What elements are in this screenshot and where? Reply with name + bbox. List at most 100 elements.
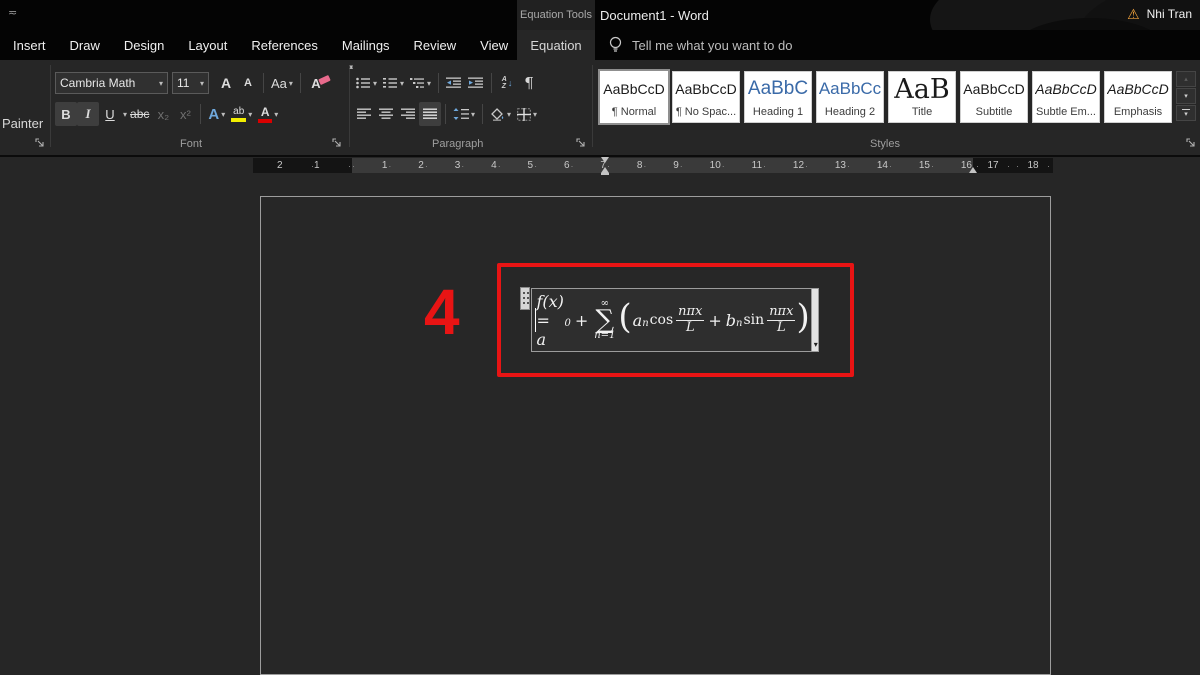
style-label: ¶ No Spac... xyxy=(676,106,736,122)
ribbon-tab[interactable]: Layout xyxy=(188,38,227,53)
annotation-number: 4 xyxy=(424,275,460,349)
word-window: ≂ Document1 - Word ⚠ Nhi Tran Insert Dra… xyxy=(0,0,1200,675)
bold-button[interactable]: B xyxy=(55,102,77,126)
user-name: Nhi Tran xyxy=(1147,7,1192,21)
align-left-icon xyxy=(357,108,372,120)
style-card[interactable]: AaBbC Heading 1 xyxy=(744,71,812,123)
align-left-button[interactable] xyxy=(353,102,375,126)
group-separator xyxy=(50,65,51,147)
font-size-combo[interactable]: 11▾ xyxy=(172,72,209,94)
sort-button[interactable]: AZ ↓ xyxy=(496,71,518,95)
style-label: ¶ Normal xyxy=(612,106,656,122)
style-label: Emphasis xyxy=(1114,106,1162,122)
chevron-down-icon: ▾ xyxy=(274,110,278,119)
styles-dialog-launcher[interactable] xyxy=(1184,136,1198,150)
borders-grid-icon xyxy=(517,108,531,121)
ribbon: Painter Cambria Math▾ 11▾ A▴ A▾ Aa▾ A xyxy=(0,60,1200,157)
ribbon-tab[interactable]: Insert xyxy=(13,38,46,53)
styles-scroll-down[interactable]: ▾ xyxy=(1176,88,1196,104)
superscript-button[interactable]: x² xyxy=(174,102,196,126)
tab-equation[interactable]: Equation xyxy=(517,30,595,60)
show-marks-button[interactable]: ¶ xyxy=(518,71,540,95)
chevron-down-icon: ▾ xyxy=(248,110,252,119)
ribbon-tab[interactable]: References xyxy=(251,38,317,53)
font-color-button[interactable]: A ▾ xyxy=(255,102,281,126)
paragraph-dialog-launcher[interactable] xyxy=(574,136,588,150)
styles-gallery: AaBbCcD ¶ Normal AaBbCcD ¶ No Spac... Aa… xyxy=(600,71,1172,123)
underline-button[interactable]: U xyxy=(99,102,121,126)
style-preview: AaBbCcD xyxy=(963,72,1024,106)
chevron-down-icon: ▾ xyxy=(373,79,377,88)
clear-formatting-button[interactable]: A xyxy=(305,71,327,95)
borders-button[interactable]: ▾ xyxy=(514,102,540,126)
chevron-down-icon: ▾ xyxy=(221,110,225,119)
style-card[interactable]: AaBbCcD ¶ Normal xyxy=(600,71,668,123)
increase-indent-button[interactable] xyxy=(465,71,487,95)
chevron-down-icon: ▾ xyxy=(471,110,475,119)
first-line-indent-marker[interactable] xyxy=(601,157,609,163)
quick-access-icon[interactable]: ≂ xyxy=(8,6,17,19)
shrink-font-button[interactable]: A▾ xyxy=(237,71,259,95)
separator xyxy=(438,73,439,93)
ribbon-tab[interactable]: View xyxy=(480,38,508,53)
justify-icon xyxy=(423,108,438,120)
ribbon-tab[interactable]: Review xyxy=(414,38,457,53)
format-painter-label[interactable]: Painter xyxy=(2,116,43,131)
subscript-button[interactable]: x₂ xyxy=(152,102,174,126)
equation-content[interactable]: f(x) = a0 + ∞ ∑ n=1 ( an cos nπx L + xyxy=(532,289,811,351)
highlight-button[interactable]: ab ▾ xyxy=(228,102,255,126)
grip-dots-icon xyxy=(523,292,525,294)
warning-icon: ⚠ xyxy=(1127,7,1140,21)
horizontal-ruler[interactable]: 2· 1· ·1 ·2 ·3 ·4 ·5 ·6 ·7 ·8 ·9 xyxy=(253,158,1053,173)
increase-indent-icon xyxy=(468,77,484,89)
account-chip[interactable]: ⚠ Nhi Tran xyxy=(1127,7,1192,21)
justify-button[interactable] xyxy=(419,102,441,126)
style-label: Heading 2 xyxy=(825,106,875,122)
styles-scroll-up[interactable]: ▴ xyxy=(1176,71,1196,87)
line-spacing-button[interactable]: ▾ xyxy=(450,102,478,126)
style-preview: AaBbCcD xyxy=(1107,72,1168,106)
strikethrough-button[interactable]: abc xyxy=(127,102,152,126)
title-bar: ≂ Document1 - Word ⚠ Nhi Tran xyxy=(0,0,1200,30)
equation-dropdown[interactable]: ▾ xyxy=(811,289,818,351)
numbering-button[interactable]: ▾ xyxy=(380,71,407,95)
equation-move-handle[interactable] xyxy=(520,287,530,310)
clipboard-dialog-launcher[interactable] xyxy=(33,136,47,150)
align-right-button[interactable] xyxy=(397,102,419,126)
style-card[interactable]: AaBbCcD Subtitle xyxy=(960,71,1028,123)
font-name-combo[interactable]: Cambria Math▾ xyxy=(55,72,168,94)
style-card[interactable]: AaBbCcD Emphasis xyxy=(1104,71,1172,123)
font-group-label: Font xyxy=(180,138,202,150)
tell-me-box[interactable]: Tell me what you want to do xyxy=(608,30,792,60)
bullets-button[interactable]: ▾ xyxy=(353,71,380,95)
summation: ∞ ∑ n=1 xyxy=(594,299,615,341)
separator xyxy=(482,104,483,124)
align-center-button[interactable] xyxy=(375,102,397,126)
align-right-icon xyxy=(401,108,416,120)
style-preview: AaB xyxy=(894,72,949,106)
document-title: Document1 - Word xyxy=(600,8,709,23)
text-effects-button[interactable]: A▾ xyxy=(205,102,228,126)
multilevel-list-button[interactable]: ▾ xyxy=(407,71,434,95)
chevron-down-icon: ▾ xyxy=(200,79,204,88)
chevron-down-icon: ▾ xyxy=(814,340,818,349)
italic-button[interactable]: I xyxy=(77,102,99,126)
decrease-indent-button[interactable] xyxy=(443,71,465,95)
style-label: Heading 1 xyxy=(753,106,803,122)
style-card[interactable]: AaBbCc Heading 2 xyxy=(816,71,884,123)
ribbon-tab[interactable]: Draw xyxy=(70,38,100,53)
ribbon-tab[interactable]: Mailings xyxy=(342,38,390,53)
shading-button[interactable]: ▾ xyxy=(487,102,514,126)
more-bar xyxy=(1182,109,1190,110)
font-dialog-launcher[interactable] xyxy=(330,136,344,150)
ribbon-tab[interactable]: Design xyxy=(124,38,164,53)
style-card[interactable]: AaBbCcD ¶ No Spac... xyxy=(672,71,740,123)
ribbon-tab-bar: Insert Draw Design Layout References Mai… xyxy=(0,30,1200,60)
equation-container[interactable]: f(x) = a0 + ∞ ∑ n=1 ( an cos nπx L + xyxy=(531,288,819,352)
styles-more-button[interactable]: ▾ xyxy=(1176,105,1196,121)
style-card[interactable]: AaBbCcD Subtle Em... xyxy=(1032,71,1100,123)
style-card[interactable]: AaB Title xyxy=(888,71,956,123)
right-indent-marker[interactable] xyxy=(969,167,977,173)
change-case-button[interactable]: Aa▾ xyxy=(268,71,296,95)
grow-font-button[interactable]: A▴ xyxy=(215,71,237,95)
